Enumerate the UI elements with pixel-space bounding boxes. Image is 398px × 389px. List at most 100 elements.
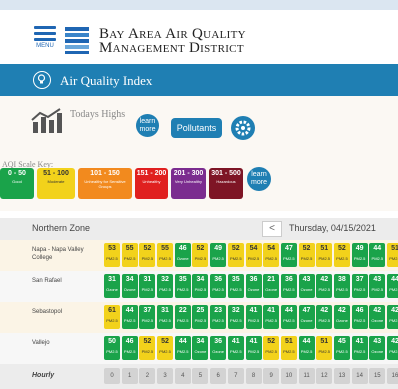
previous-day-button[interactable]: <: [262, 221, 282, 237]
learn-more-scale-label: learn more: [251, 171, 267, 186]
aqi-cell[interactable]: 47 Ozone: [298, 305, 315, 329]
aqi-cell[interactable]: 49 PM2.5: [351, 243, 368, 267]
aqi-scale-item: 51 - 100 Moderate: [37, 168, 75, 199]
aqi-value: 43: [373, 276, 382, 283]
aqi-cell[interactable]: 55 PM2.5: [157, 243, 174, 267]
aqi-cell[interactable]: 46 Ozone: [174, 243, 191, 267]
aqi-cell[interactable]: 54 PM2.5: [263, 243, 280, 267]
aqi-cell[interactable]: 45 PM2.5: [333, 336, 350, 360]
aqi-cell[interactable]: 44 PM2.5: [280, 305, 297, 329]
aqi-value: 32: [161, 276, 169, 283]
aqi-cell[interactable]: 52 PM2.5: [139, 243, 156, 267]
aqi-cell[interactable]: 32 PM2.5: [157, 274, 174, 298]
aqi-cell[interactable]: 42 PM2.5: [316, 274, 333, 298]
aqi-cell[interactable]: 36 Ozone: [210, 336, 227, 360]
hour-cell: 3: [157, 368, 174, 384]
aqi-cell[interactable]: 37 PM2.5: [139, 305, 156, 329]
pollutants-button[interactable]: Pollutants: [171, 118, 222, 138]
aqi-cell[interactable]: 44 PM2.5: [387, 274, 398, 298]
settings-button[interactable]: [231, 116, 255, 140]
aqi-cell[interactable]: 35 PM2.5: [174, 274, 191, 298]
aqi-cell[interactable]: 37 PM2.5: [351, 274, 368, 298]
aqi-cell[interactable]: 42 Ozone: [333, 305, 350, 329]
aqi-cell[interactable]: 36 Ozone: [245, 274, 262, 298]
aqi-cell[interactable]: 21 Ozone: [263, 274, 280, 298]
aqi-cell[interactable]: 52 PM2.5: [227, 243, 244, 267]
aqi-cell[interactable]: 34 Ozone: [121, 274, 138, 298]
aqi-value: 55: [161, 245, 169, 252]
learn-more-scale-button[interactable]: learn more: [247, 167, 271, 191]
aqi-cell[interactable]: 31 Ozone: [104, 274, 120, 298]
aqi-cell[interactable]: 41 PM2.5: [263, 305, 280, 329]
aqi-cell[interactable]: 49 PM2.5: [210, 243, 227, 267]
aqi-cell[interactable]: 22 PM2.5: [174, 305, 191, 329]
aqi-value: 44: [284, 307, 293, 314]
pollutant-label: PM2.5: [336, 256, 348, 261]
aqi-value: 34: [125, 276, 134, 283]
aqi-cell[interactable]: 50 PM2.5: [104, 336, 120, 360]
aqi-cell[interactable]: 43 PM2.5: [369, 274, 386, 298]
aqi-cell[interactable]: 34 Ozone: [192, 336, 209, 360]
pollutant-label: PM2.5: [283, 349, 295, 354]
pollutant-label: PM2.5: [247, 318, 260, 323]
pollutant-label: PM2.5: [230, 318, 242, 323]
aqi-cell[interactable]: 52 PM2.5: [298, 243, 315, 267]
pollutant-label: PM2.5: [300, 256, 313, 261]
aqi-cell[interactable]: 51 PM2.5: [316, 336, 333, 360]
aqi-cell[interactable]: 52 PM2.5: [139, 336, 156, 360]
site-name: San Rafael: [32, 278, 62, 284]
aqi-cell[interactable]: 25 PM2.5: [192, 305, 209, 329]
aqi-value: 41: [355, 338, 364, 345]
aqi-cell[interactable]: 31 PM2.5: [139, 274, 156, 298]
menu-button[interactable]: MENU: [34, 26, 56, 49]
aqi-cell[interactable]: 23 PM2.5: [210, 305, 227, 329]
aqi-cell[interactable]: 44 PM2.5: [174, 336, 191, 360]
aqi-cell[interactable]: 52 PM2.5: [263, 336, 280, 360]
aqi-value: 44: [178, 338, 187, 345]
aqi-cell[interactable]: 31 PM2.5: [157, 305, 174, 329]
aqi-cell[interactable]: 61 PM2.5: [104, 305, 120, 329]
aqi-cell[interactable]: 52 PM2.5: [192, 243, 209, 267]
aqi-value: 52: [143, 245, 152, 252]
aqi-cell[interactable]: 34 PM2.5: [192, 274, 209, 298]
aqi-cell[interactable]: 51 PM2.5: [316, 243, 333, 267]
aqi-cell[interactable]: 46 PM2.5: [121, 336, 138, 360]
aqi-cell[interactable]: 55 PM2.5: [121, 243, 138, 267]
aqi-cell[interactable]: 42 PM2.5: [387, 336, 398, 360]
aqi-cell[interactable]: 41 PM2.5: [245, 305, 262, 329]
aqi-cell[interactable]: 41 PM2.5: [227, 336, 244, 360]
pollutant-label: PM2.5: [371, 256, 384, 261]
aqi-value: 25: [196, 307, 205, 314]
pollutant-label: Ozone: [265, 287, 278, 292]
aqi-cell[interactable]: 53 PM2.5: [104, 243, 120, 267]
aqi-cell[interactable]: 44 PM2.5: [369, 243, 386, 267]
aqi-cell[interactable]: 46 PM2.5: [351, 305, 368, 329]
aqi-cell[interactable]: 52 PM2.5: [157, 336, 174, 360]
aqi-cell[interactable]: 43 Ozone: [369, 336, 386, 360]
aqi-cell[interactable]: 42 PM2.5: [387, 305, 398, 329]
aqi-cell[interactable]: 38 PM2.5: [333, 274, 350, 298]
pollutant-label: Ozone: [212, 349, 225, 354]
aqi-cell[interactable]: 32 PM2.5: [227, 305, 244, 329]
aqi-cell[interactable]: 47 PM2.5: [280, 243, 297, 267]
aqi-cell[interactable]: 51 PM2.5: [280, 336, 297, 360]
aqi-cell[interactable]: 36 PM2.5: [210, 274, 227, 298]
aqi-cell[interactable]: 42 PM2.5: [316, 305, 333, 329]
aqi-cell[interactable]: 54 PM2.5: [245, 243, 262, 267]
aqi-cell[interactable]: 43 Ozone: [298, 274, 315, 298]
aqi-cell[interactable]: 41 PM2.5: [351, 336, 368, 360]
learn-more-button[interactable]: learn more: [136, 114, 159, 137]
aqi-cell[interactable]: 52 PM2.5: [333, 243, 350, 267]
aqi-cell[interactable]: 42 Ozone: [369, 305, 386, 329]
hour-cell: 14: [351, 368, 368, 384]
aqi-cell[interactable]: 36 PM2.5: [280, 274, 297, 298]
aqi-value: 36: [249, 276, 258, 283]
pollutant-label: PM2.5: [336, 287, 348, 292]
aqi-cell[interactable]: 51 PM2.5: [387, 243, 398, 267]
aqi-cell[interactable]: 35 PM2.5: [227, 274, 244, 298]
aqi-cell[interactable]: 44 PM2.5: [121, 305, 138, 329]
aqi-cell[interactable]: 44 PM2.5: [298, 336, 315, 360]
aqi-cell[interactable]: 41 PM2.5: [245, 336, 262, 360]
trend-chart-icon: [31, 108, 62, 133]
aqi-value: 55: [125, 245, 134, 252]
